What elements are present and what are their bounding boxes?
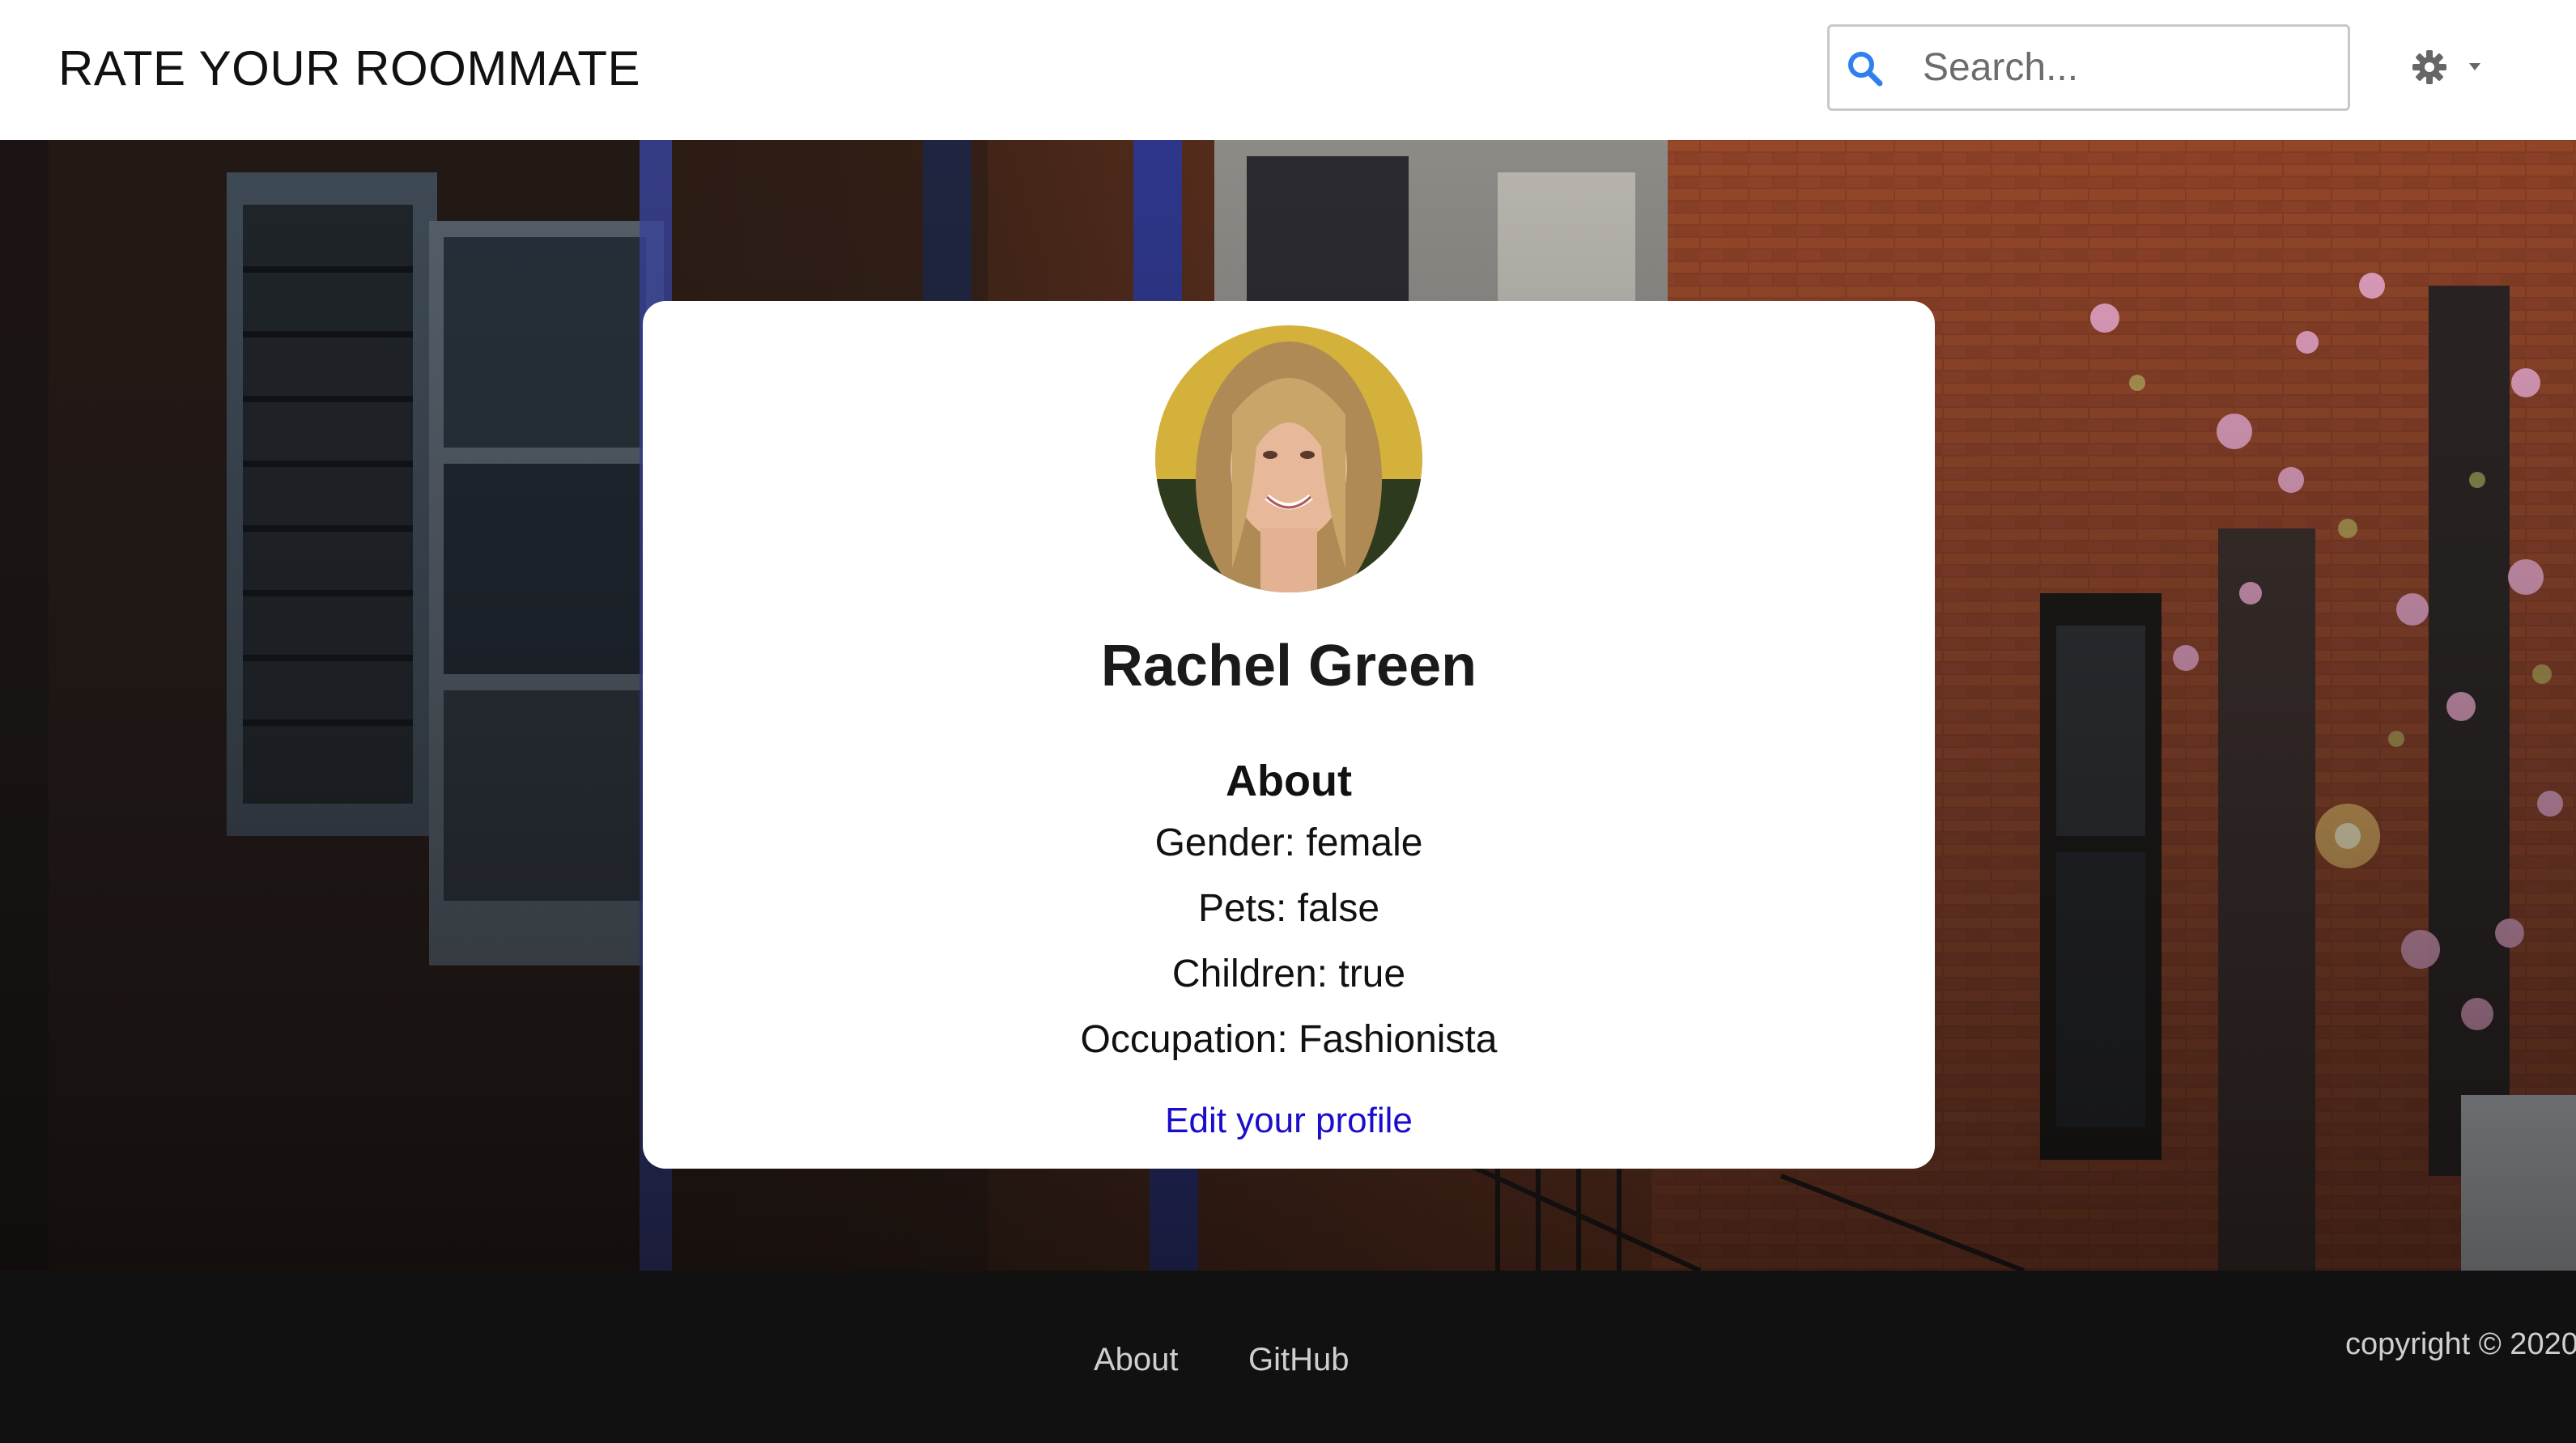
attr-pets: Pets: false [1197, 887, 1380, 930]
footer-link-about[interactable]: About [1094, 1342, 1179, 1378]
profile-card: Rachel Green About Gender: female Pets: … [643, 301, 1935, 1169]
brand-title[interactable]: RATE YOUR ROOMMATE [58, 40, 640, 96]
avatar [1155, 325, 1422, 592]
footer: About GitHub copyright © 2020 [0, 1271, 2576, 1443]
gear-icon [2412, 50, 2446, 84]
profile-photo [1155, 325, 1422, 592]
footer-link-github[interactable]: GitHub [1248, 1342, 1350, 1378]
caret-down-icon [2469, 63, 2480, 70]
search-icon [1848, 52, 1883, 87]
settings-menu-button[interactable] [2411, 47, 2508, 87]
profile-name: Rachel Green [1100, 634, 1477, 698]
edit-profile-link[interactable]: Edit your profile [643, 1101, 1935, 1141]
search-box[interactable] [1827, 24, 2350, 111]
attr-occupation: Occupation: Fashionista [1080, 1018, 1498, 1061]
about-heading: About [1226, 757, 1352, 805]
attr-children: Children: true [1171, 953, 1406, 995]
search-input[interactable] [1923, 38, 2336, 96]
navbar: RATE YOUR ROOMMATE [0, 0, 2576, 140]
copyright-text: copyright © 2020 [2345, 1327, 2576, 1361]
attr-gender: Gender: female [1154, 821, 1423, 864]
page: RATE YOUR ROOMMATE Search... Rachel Gree… [0, 0, 2576, 1443]
